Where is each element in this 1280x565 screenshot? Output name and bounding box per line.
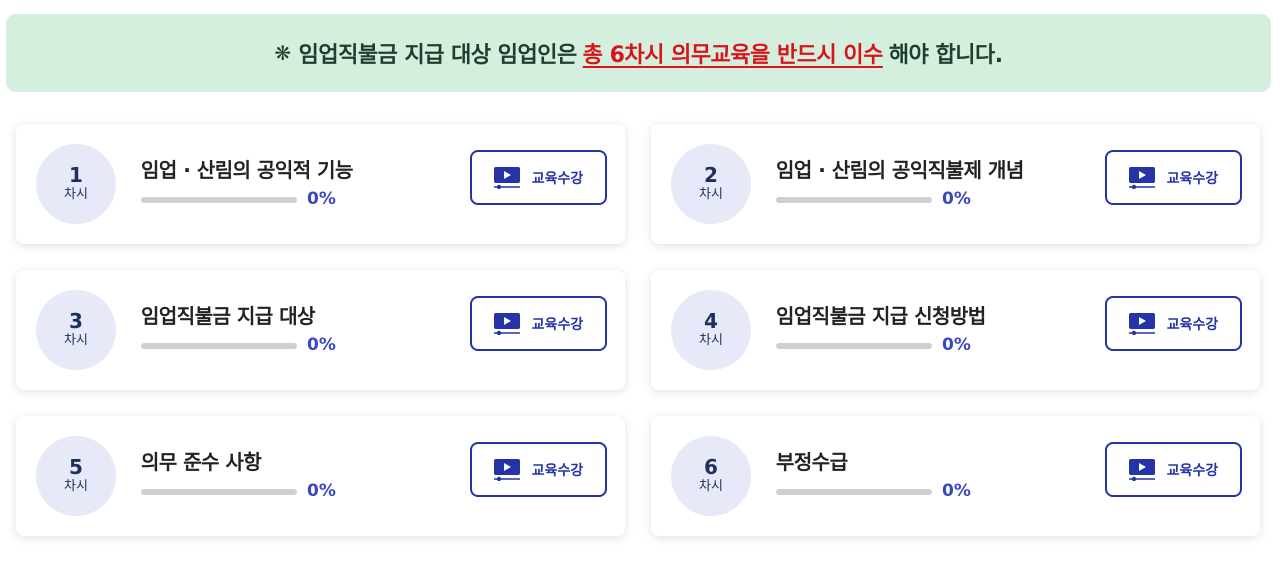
start-lesson-button[interactable]: 교육수강 <box>470 296 607 351</box>
notice-suffix: 해야 합니다. <box>888 43 1003 68</box>
start-lesson-label: 교육수강 <box>531 316 584 333</box>
progress-percent: 0% <box>942 335 971 355</box>
lesson-number-badge: 3 차시 <box>36 290 116 370</box>
progress-percent: 0% <box>307 481 336 501</box>
lesson-number-badge: 1 차시 <box>36 144 116 224</box>
lesson-card: 5 차시 의무 준수 사항 0% 교육수강 <box>16 416 625 536</box>
start-lesson-button[interactable]: 교육수강 <box>1105 296 1242 351</box>
start-lesson-button[interactable]: 교육수강 <box>1105 442 1242 497</box>
video-play-icon <box>1128 166 1155 189</box>
start-lesson-button[interactable]: 교육수강 <box>470 150 607 205</box>
lesson-number: 3 <box>69 309 83 333</box>
lesson-card: 4 차시 임업직불금 지급 신청방법 0% 교육수강 <box>651 270 1260 390</box>
progress-percent: 0% <box>942 481 971 501</box>
progress-bar <box>141 197 297 203</box>
start-lesson-label: 교육수강 <box>1166 316 1219 333</box>
lesson-title: 임업 · 산림의 공익적 기능 <box>141 158 353 182</box>
lesson-unit: 차시 <box>64 479 88 494</box>
lesson-number-badge: 4 차시 <box>671 290 751 370</box>
start-lesson-label: 교육수강 <box>1166 170 1219 187</box>
notice-prefix: 임업직불금 지급 대상 임업인은 <box>298 43 578 68</box>
lesson-unit: 차시 <box>64 187 88 202</box>
lesson-title: 의무 준수 사항 <box>141 450 262 474</box>
notice-highlight: 총 6차시 의무교육을 반드시 이수 <box>582 43 884 68</box>
lesson-number: 4 <box>704 309 718 333</box>
start-lesson-label: 교육수강 <box>531 462 584 479</box>
video-play-icon <box>493 312 520 335</box>
start-lesson-label: 교육수강 <box>1166 462 1219 479</box>
progress-percent: 0% <box>307 189 336 209</box>
progress-bar <box>141 489 297 495</box>
lesson-number: 6 <box>704 455 718 479</box>
lesson-card: 1 차시 임업 · 산림의 공익적 기능 0% 교육수강 <box>16 124 625 244</box>
lesson-number: 5 <box>69 455 83 479</box>
start-lesson-label: 교육수강 <box>531 170 584 187</box>
progress-bar <box>776 343 932 349</box>
video-play-icon <box>493 166 520 189</box>
lesson-number: 1 <box>69 163 83 187</box>
start-lesson-button[interactable]: 교육수강 <box>1105 150 1242 205</box>
lesson-number-badge: 2 차시 <box>671 144 751 224</box>
progress-bar <box>776 197 932 203</box>
flower-mark-icon: ❋ <box>274 41 291 65</box>
progress-bar <box>776 489 932 495</box>
progress-bar <box>141 343 297 349</box>
notice-banner: ❋ 임업직불금 지급 대상 임업인은 총 6차시 의무교육을 반드시 이수 해야… <box>6 14 1271 92</box>
lesson-card: 6 차시 부정수급 0% 교육수강 <box>651 416 1260 536</box>
progress-percent: 0% <box>942 189 971 209</box>
lesson-card: 2 차시 임업 · 산림의 공익직불제 개념 0% 교육수강 <box>651 124 1260 244</box>
lesson-unit: 차시 <box>699 187 723 202</box>
video-play-icon <box>1128 312 1155 335</box>
video-play-icon <box>493 458 520 481</box>
lesson-number-badge: 5 차시 <box>36 436 116 516</box>
lesson-unit: 차시 <box>699 479 723 494</box>
lesson-unit: 차시 <box>64 333 88 348</box>
video-play-icon <box>1128 458 1155 481</box>
lesson-unit: 차시 <box>699 333 723 348</box>
lesson-number-badge: 6 차시 <box>671 436 751 516</box>
lesson-title: 임업직불금 지급 대상 <box>141 304 316 328</box>
lesson-number: 2 <box>704 163 718 187</box>
lesson-grid: 1 차시 임업 · 산림의 공익적 기능 0% 교육수강 2 차시 임업 · 산… <box>16 124 1261 536</box>
lesson-card: 3 차시 임업직불금 지급 대상 0% 교육수강 <box>16 270 625 390</box>
lesson-title: 부정수급 <box>776 450 848 474</box>
progress-percent: 0% <box>307 335 336 355</box>
lesson-title: 임업 · 산림의 공익직불제 개념 <box>776 158 1024 182</box>
lesson-title: 임업직불금 지급 신청방법 <box>776 304 986 328</box>
start-lesson-button[interactable]: 교육수강 <box>470 442 607 497</box>
